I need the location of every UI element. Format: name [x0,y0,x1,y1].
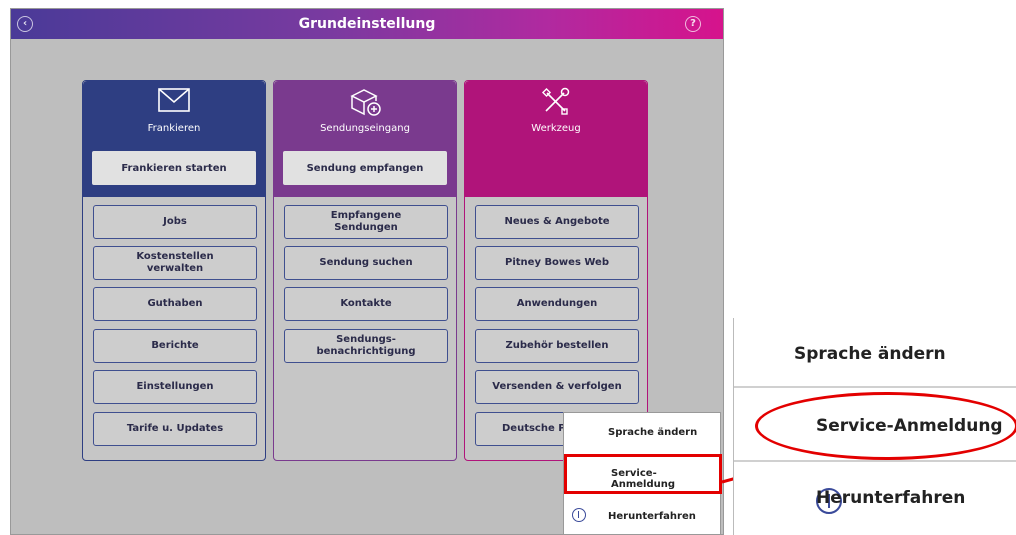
column-header-sendungseingang: Sendungseingang Sendung empfangen [274,81,456,197]
empfangene-sendungen-button[interactable]: Empfangene Sendungen [284,205,448,239]
zoom-item-label: Herunterfahren [816,488,966,508]
menu-item-herunterfahren[interactable]: Herunterfahren [564,497,722,535]
envelope-icon [83,87,265,119]
package-add-icon [274,87,456,119]
title-bar: ‹ Grundeinstellung ? [11,9,723,39]
kontakte-button[interactable]: Kontakte [284,287,448,321]
tools-icon [465,87,647,119]
help-icon[interactable]: ? [685,16,701,32]
column-title: Frankieren [147,123,201,134]
menu-item-label: Herunterfahren [608,511,696,522]
frankieren-starten-button[interactable]: Frankieren starten [92,151,256,185]
back-icon[interactable]: ‹ [17,16,33,32]
zoom-item-sprache-aendern: Sprache ändern [734,330,1016,390]
sendung-empfangen-button[interactable]: Sendung empfangen [283,151,447,185]
column-title: Sendungseingang [320,123,410,134]
popup-menu: Sprache ändern Service-Anmeldung Herunte… [563,412,722,535]
sendungsbenachrichtigung-button[interactable]: Sendungs-benachrichtigung [284,329,448,363]
anwendungen-button[interactable]: Anwendungen [475,287,639,321]
divider [734,386,1016,388]
menu-item-sprache-aendern[interactable]: Sprache ändern [564,413,722,453]
menu-item-label: Service-Anmeldung [611,468,676,490]
tarife-updates-button[interactable]: Tarife u. Updates [93,412,257,446]
power-icon [572,508,586,522]
column-sendungseingang: Sendungseingang Sendung empfangen Empfan… [273,80,457,461]
jobs-button[interactable]: Jobs [93,205,257,239]
column-werkzeug: Werkzeug Neues & Angebote Pitney Bowes W… [464,80,648,461]
guthaben-button[interactable]: Guthaben [93,287,257,321]
menu-item-service-anmeldung[interactable]: Service-Anmeldung [564,454,722,494]
zubehoer-bestellen-button[interactable]: Zubehör bestellen [475,329,639,363]
sendung-suchen-button[interactable]: Sendung suchen [284,246,448,280]
menu-item-label: Sprache ändern [608,427,698,438]
kostenstellen-button[interactable]: Kostenstellen verwalten [93,246,257,280]
zoom-item-label: Sprache ändern [794,344,946,364]
column-header-werkzeug: Werkzeug [465,81,647,197]
column-header-frankieren: Frankieren Frankieren starten [83,81,265,197]
page-title: Grundeinstellung [298,16,436,32]
divider [734,460,1016,462]
zoom-item-herunterfahren: Herunterfahren [734,468,1016,528]
einstellungen-button[interactable]: Einstellungen [93,370,257,404]
pitney-bowes-web-button[interactable]: Pitney Bowes Web [475,246,639,280]
highlight-ellipse [755,392,1016,460]
versenden-verfolgen-button[interactable]: Versenden & verfolgen [475,370,639,404]
column-frankieren: Frankieren Frankieren starten Jobs Koste… [82,80,266,461]
neues-angebote-button[interactable]: Neues & Angebote [475,205,639,239]
stage: ‹ Grundeinstellung ? Frankieren Frankier… [0,0,1016,535]
column-title: Werkzeug [531,123,581,134]
berichte-button[interactable]: Berichte [93,329,257,363]
